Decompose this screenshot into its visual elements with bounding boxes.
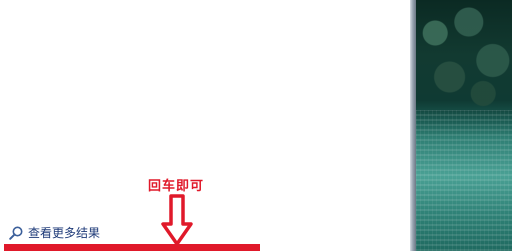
wallpaper-trees — [416, 0, 512, 110]
see-more-results-label: 查看更多结果 — [28, 226, 101, 240]
down-arrow-icon — [161, 194, 193, 246]
desktop-wallpaper — [416, 0, 512, 251]
annotation-label: 回车即可 — [148, 179, 205, 194]
search-icon — [9, 226, 23, 240]
wallpaper-water — [416, 110, 512, 251]
see-more-results-link[interactable]: 查看更多结果 — [8, 224, 100, 242]
start-menu-panel: 查看更多结果 回车即可 — [0, 0, 410, 251]
highlighted-search-box[interactable] — [4, 244, 260, 251]
